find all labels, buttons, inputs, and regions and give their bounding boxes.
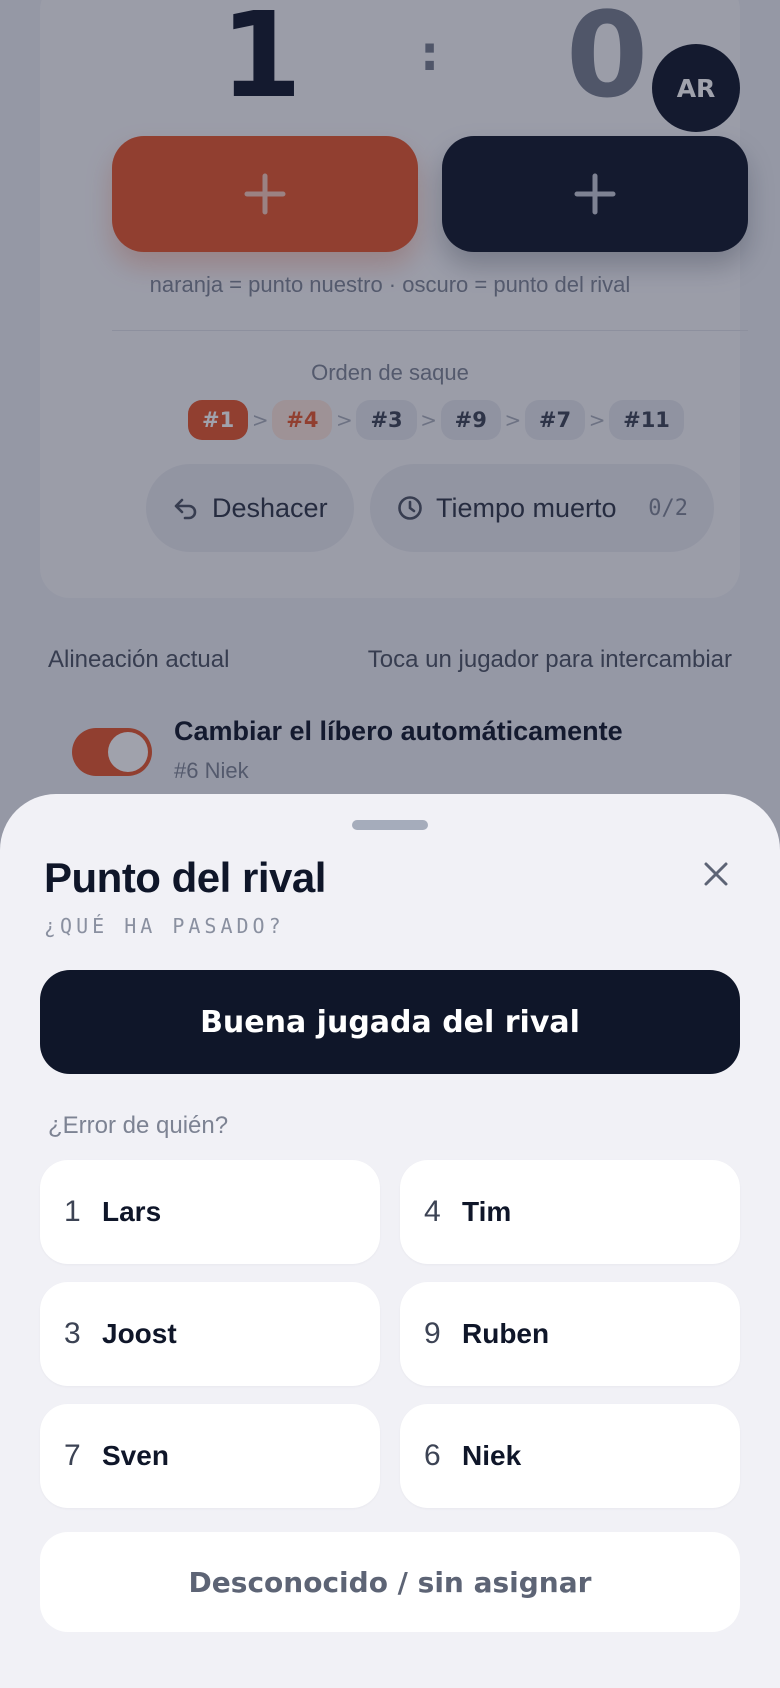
player-name: Niek bbox=[462, 1440, 522, 1471]
player-number: 4 bbox=[424, 1195, 441, 1228]
sheet-drag-handle[interactable] bbox=[352, 820, 428, 830]
player-name: Lars bbox=[102, 1196, 162, 1227]
player-button-tim[interactable]: 4 Tim bbox=[400, 1160, 740, 1264]
sheet-title: Punto del rival bbox=[44, 854, 326, 901]
player-number: 7 bbox=[64, 1439, 81, 1472]
player-grid: 1 Lars 4 Tim 3 Joost 9 Ruben 7 Sven 6 Ni… bbox=[40, 1160, 740, 1508]
player-button-ruben[interactable]: 9 Ruben bbox=[400, 1282, 740, 1386]
player-button-sven[interactable]: 7 Sven bbox=[40, 1404, 380, 1508]
player-button-lars[interactable]: 1 Lars bbox=[40, 1160, 380, 1264]
close-button[interactable] bbox=[700, 858, 732, 890]
sheet-subtitle: ¿QUÉ HA PASADO? bbox=[44, 914, 285, 938]
player-name: Joost bbox=[102, 1318, 177, 1349]
error-who-label: ¿Error de quién? bbox=[48, 1112, 229, 1139]
player-number: 6 bbox=[424, 1439, 441, 1472]
close-icon bbox=[704, 862, 728, 886]
player-name: Sven bbox=[102, 1440, 169, 1471]
player-name: Tim bbox=[462, 1196, 512, 1227]
opponent-point-sheet: Punto del rival ¿QUÉ HA PASADO? Buena ju… bbox=[0, 794, 780, 1688]
player-name: Ruben bbox=[462, 1318, 550, 1349]
player-button-joost[interactable]: 3 Joost bbox=[40, 1282, 380, 1386]
player-number: 1 bbox=[64, 1195, 81, 1228]
player-button-niek[interactable]: 6 Niek bbox=[400, 1404, 740, 1508]
good-play-button[interactable]: Buena jugada del rival bbox=[40, 970, 740, 1074]
player-number: 3 bbox=[64, 1317, 81, 1350]
unknown-player-button[interactable]: Desconocido / sin asignar bbox=[40, 1532, 740, 1632]
player-number: 9 bbox=[424, 1317, 441, 1350]
